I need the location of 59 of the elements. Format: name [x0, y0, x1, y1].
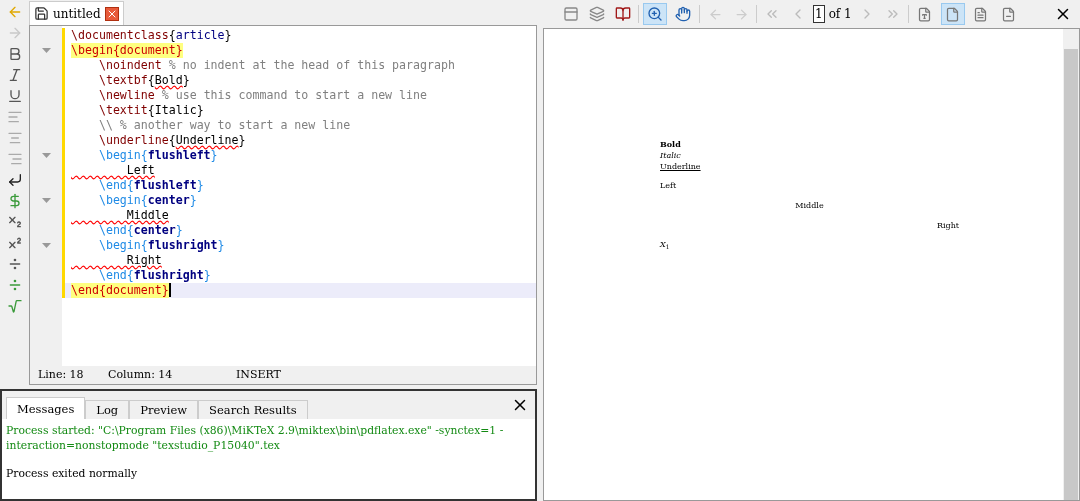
code-line: \\ % another way to start a new line — [97, 118, 351, 133]
fold-triangle-icon[interactable] — [41, 153, 51, 158]
page-view-button[interactable] — [940, 3, 965, 25]
code-line: \begin{flushright} — [97, 238, 225, 253]
panel-tab[interactable]: Search Results — [198, 400, 308, 419]
rendered-text: Underline — [660, 161, 702, 172]
code-line: \textit{Italic} — [97, 103, 204, 118]
code-line: \begin{center} — [97, 193, 197, 208]
return-arrow-icon[interactable] — [6, 172, 23, 188]
fold-triangle-icon[interactable] — [41, 198, 51, 203]
code-line: Right — [125, 253, 162, 268]
align-center-icon[interactable] — [6, 130, 23, 146]
tab-title: untitled — [53, 5, 101, 23]
code-line: \textbf{Bold} — [97, 73, 190, 88]
code-line: Left — [125, 163, 155, 178]
line-indicator: Line: 18 — [38, 366, 85, 383]
editor-tab[interactable]: untitled — [29, 1, 124, 25]
fold-triangle-icon[interactable] — [41, 243, 51, 248]
rendered-text: Right — [936, 220, 959, 231]
zoom-tool-button[interactable] — [643, 3, 667, 25]
align-left-icon[interactable] — [6, 109, 23, 125]
code-line: \end{flushright} — [97, 268, 211, 283]
code-line: \newline % use this command to start a new line — [97, 88, 427, 103]
code-line: \end{flushleft} — [97, 178, 204, 193]
page-count: of 1 — [828, 6, 852, 23]
rendered-text: Italic — [660, 150, 682, 161]
page-icon — [917, 6, 933, 22]
rendered-text: Bold — [660, 139, 682, 150]
radical-icon[interactable] — [6, 298, 23, 314]
page-number-field[interactable]: 1 — [813, 5, 825, 23]
code-editor[interactable] — [29, 25, 537, 385]
code-line: Middle — [125, 208, 169, 223]
page-icon — [973, 6, 989, 22]
message-line: Process started: "C:\Program Files (x86)\MiKTeX 2.9\miktex\bin\pdflatex.exe" -synctex=1 -interaction=nonstopmode "texstudio_P15040".tex — [6, 423, 505, 453]
code-line: \documentclass{article} — [71, 28, 232, 43]
message-line: Process exited normally — [6, 466, 139, 481]
close-icon[interactable] — [104, 6, 119, 21]
panel-tab[interactable]: Preview — [129, 400, 199, 419]
text-cursor — [168, 283, 171, 297]
page-icon — [1001, 6, 1017, 22]
code-line: \end{center} — [97, 223, 183, 238]
fold-triangle-icon[interactable] — [41, 48, 51, 53]
rendered-text: Left — [660, 180, 678, 191]
code-line: \noindent % no indent at the head of this paragraph — [97, 58, 455, 73]
panel-tab[interactable]: Log — [85, 400, 130, 419]
page-icon — [945, 6, 961, 22]
subscript-icon[interactable] — [6, 214, 23, 230]
panel-tab[interactable]: Messages — [6, 397, 86, 419]
magnifier-icon — [647, 6, 663, 22]
rendered-text: X$_{1}$ — [660, 239, 671, 250]
rendered-text: Middle — [795, 200, 824, 211]
column-indicator: Column: 14 — [108, 366, 174, 383]
code-line: \begin{flushleft} — [97, 148, 218, 163]
superscript-icon[interactable] — [6, 235, 23, 251]
code-line: \underline{Underline} — [97, 133, 246, 148]
underline-icon[interactable] — [6, 88, 23, 104]
align-right-icon[interactable] — [6, 151, 23, 167]
mode-indicator: INSERT — [236, 366, 281, 383]
hand-icon — [675, 6, 691, 22]
